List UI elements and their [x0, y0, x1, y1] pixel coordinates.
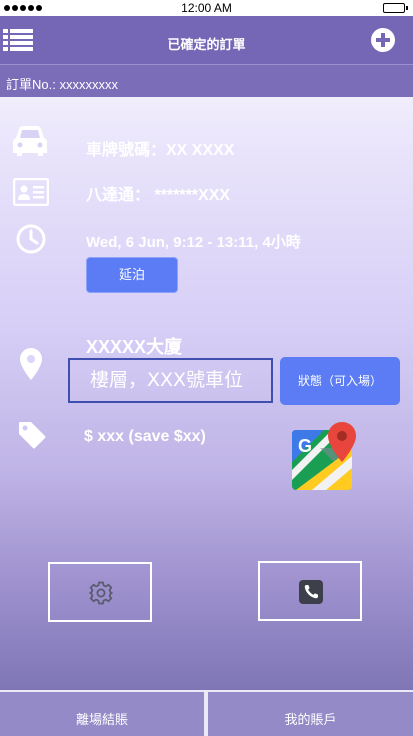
octopus-card: 八達通： *******XXX: [86, 187, 231, 204]
building-name: XXXXX大廈: [86, 337, 183, 357]
location-pin-icon: [20, 348, 42, 380]
gear-icon: [89, 581, 113, 605]
clock-icon: [16, 224, 46, 254]
call-button[interactable]: [258, 561, 362, 621]
settings-button[interactable]: [48, 562, 152, 622]
parking-space-field[interactable]: 樓層，XXX號車位: [68, 358, 273, 403]
plus-circle-icon[interactable]: [371, 28, 395, 52]
car-icon: [13, 126, 47, 156]
app-header: 已確定的訂單: [0, 16, 413, 64]
status-time: 12:00 AM: [181, 1, 232, 15]
price: $ xxx (save $xx): [84, 428, 206, 445]
price-tag-icon: [19, 422, 46, 449]
svg-text:G: G: [298, 436, 312, 456]
order-number: 訂單No.: xxxxxxxxx: [6, 77, 118, 92]
order-number-bar: 訂單No.: xxxxxxxxx: [0, 64, 413, 97]
parking-time: Wed, 6 Jun, 9:12 - 13:11, 4小時: [86, 234, 301, 251]
battery-icon: [383, 3, 408, 13]
tab-checkout[interactable]: 離場結賬: [0, 690, 204, 736]
license-plate: 車牌號碼：XX XXXX: [86, 142, 235, 159]
google-maps-icon[interactable]: G: [290, 422, 360, 492]
status-bar: 12:00 AM: [0, 0, 413, 16]
page-title: 已確定的訂單: [167, 37, 246, 52]
entry-status-button[interactable]: 狀態（可入場）: [280, 357, 400, 405]
extend-button[interactable]: 延泊: [86, 257, 178, 293]
tab-my-account[interactable]: 我的賬戶: [208, 690, 413, 736]
id-card-icon: [13, 178, 49, 206]
phone-icon: [299, 580, 323, 604]
